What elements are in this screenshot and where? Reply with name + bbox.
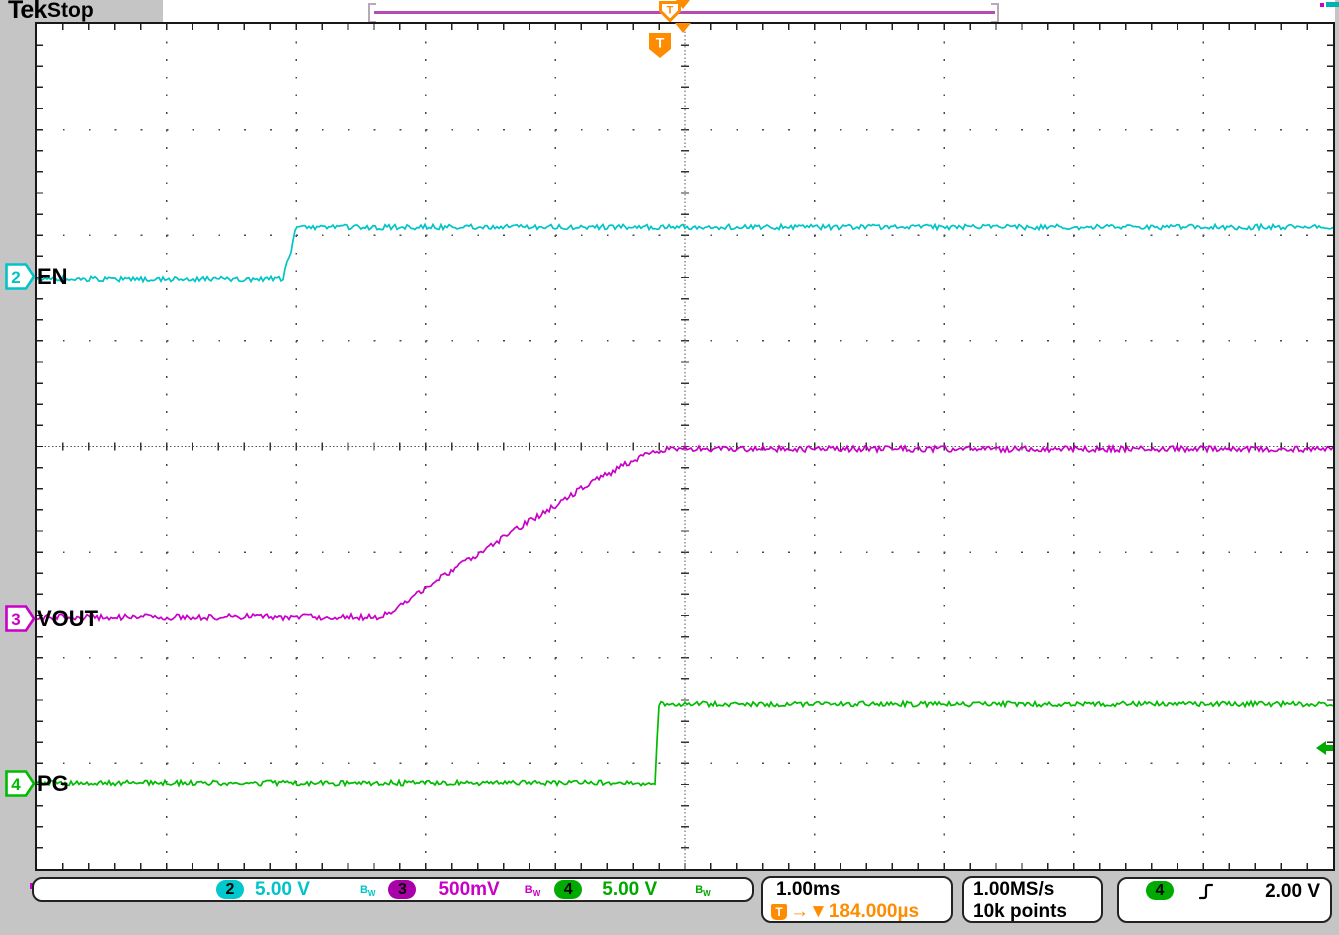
record-length: 10k points: [973, 901, 1101, 923]
trigger-position-icon: T: [648, 32, 672, 59]
ch3-scale: 500mV: [438, 879, 499, 901]
waveform-plot: [37, 24, 1333, 869]
ch2-scale: 5.00 V: [255, 879, 310, 901]
trigger-arrows: →▼: [790, 901, 828, 923]
channel-scale-readout-box: 2 5.00 V BW 3 500mV BW 4 5.00 V BW: [32, 877, 754, 902]
ch2-bandwidth-icon: BW: [360, 881, 376, 898]
svg-text:T: T: [667, 5, 674, 17]
graticule: [35, 22, 1335, 871]
trigger-level-value: 2.00 V: [1265, 881, 1320, 903]
ch4-badge: 4: [554, 880, 582, 899]
channel-4-label: PG: [37, 771, 69, 797]
channel-3-marker: 3: [5, 605, 36, 632]
center-marker-top-icon: [676, 0, 690, 9]
svg-text:4: 4: [11, 775, 21, 794]
trigger-readout-box: 4 2.00 V: [1117, 877, 1332, 923]
svg-text:T: T: [656, 35, 665, 51]
channel-2-marker: 2: [5, 263, 36, 290]
ch2-badge: 2: [216, 880, 244, 899]
svg-text:2: 2: [11, 268, 20, 287]
trigger-delay-value: 184.000µs: [829, 901, 919, 923]
window-bracket-right: [991, 3, 999, 23]
svg-text:3: 3: [11, 610, 20, 629]
sample-rate: 1.00MS/s: [973, 879, 1101, 901]
ch4-scale: 5.00 V: [602, 879, 657, 901]
trigger-source-badge: 4: [1146, 881, 1174, 900]
rising-edge-slope-icon: [1198, 882, 1214, 901]
trigger-level-arrow-icon: [1315, 740, 1334, 756]
corner-dot-decoration: [1320, 3, 1324, 7]
acquisition-status: Stop: [47, 0, 94, 23]
acquisition-window-bar: [374, 11, 995, 14]
channel-3-label: VOUT: [37, 606, 98, 632]
timebase-value: 1.00ms: [776, 879, 951, 901]
acquisition-readout-box: 1.00MS/s 10k points: [962, 876, 1103, 923]
corner-decoration: [1326, 2, 1339, 7]
oscilloscope-screen: Tek Stop T T 2 EN 3 VOUT 4 PG 2 5.00: [0, 0, 1339, 935]
ch3-badge: 3: [388, 880, 416, 899]
ch4-bandwidth-icon: BW: [695, 881, 711, 898]
window-bracket-left: [368, 3, 376, 23]
center-marker-edge-icon: [675, 23, 691, 33]
trigger-t-icon: T: [771, 904, 787, 920]
ch3-bandwidth-icon: BW: [525, 881, 541, 898]
trigger-delay-readout: T →▼ 184.000µs: [771, 901, 951, 923]
channel-4-marker: 4: [5, 770, 36, 797]
channel-2-label: EN: [37, 264, 68, 290]
timebase-readout-box: 1.00ms T →▼ 184.000µs: [761, 876, 953, 923]
